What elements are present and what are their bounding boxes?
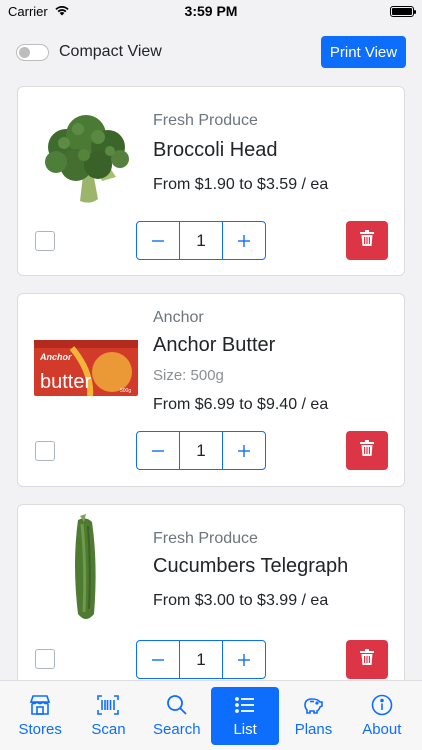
decrement-button[interactable]: [137, 432, 179, 469]
compact-view-control: Compact View: [16, 43, 162, 61]
compact-view-toggle[interactable]: [16, 43, 49, 61]
butter-image: Anchor butter 500g: [32, 316, 140, 420]
delete-item-button[interactable]: [346, 221, 388, 260]
list-item-card: Fresh Produce Broccoli Head From $1.90 t…: [17, 86, 405, 276]
info-icon: [370, 693, 394, 717]
butter-logo-text: Anchor: [39, 352, 72, 362]
item-price: From $1.90 to $3.59 / ea: [153, 176, 329, 193]
item-brand: Anchor: [153, 309, 204, 326]
item-brand: Fresh Produce: [153, 530, 258, 547]
list-item-card: Fresh Produce Cucumbers Telegraph From $…: [17, 504, 405, 704]
increment-button[interactable]: [223, 641, 265, 678]
toggle-knob: [19, 46, 30, 58]
butter-weight-text: 500g: [120, 388, 131, 394]
quantity-field[interactable]: 1: [179, 641, 223, 678]
tab-label: Search: [153, 721, 201, 738]
battery-icon: [390, 5, 416, 17]
decrement-button[interactable]: [137, 222, 179, 259]
increment-button[interactable]: [223, 432, 265, 469]
quantity-stepper: 1: [136, 640, 266, 679]
carrier-label: Carrier: [8, 3, 48, 19]
list-toolbar: Compact View Print View: [16, 36, 406, 68]
item-name: Cucumbers Telegraph: [153, 555, 349, 577]
quantity-stepper: 1: [136, 221, 266, 260]
decrement-button[interactable]: [137, 641, 179, 678]
item-name: Anchor Butter: [153, 334, 276, 356]
quantity-field[interactable]: 1: [179, 222, 223, 259]
cucumber-image: [34, 514, 138, 621]
search-icon: [165, 693, 189, 717]
tab-bar: Stores Scan Search List Plans About: [0, 680, 422, 750]
tab-list[interactable]: List: [211, 687, 280, 745]
tab-plans[interactable]: Plans: [279, 687, 347, 745]
item-details: Fresh Produce Cucumbers Telegraph From $…: [153, 529, 394, 611]
list-item-card: Anchor butter 500g Anchor Anchor Butter …: [17, 293, 405, 487]
item-checkbox[interactable]: [35, 231, 55, 251]
print-view-button[interactable]: Print View: [321, 36, 406, 68]
tab-label: Plans: [294, 721, 333, 738]
list-icon: [233, 693, 257, 717]
barcode-icon: [96, 693, 120, 717]
tab-label: List: [233, 721, 257, 738]
tab-search[interactable]: Search: [143, 687, 211, 745]
tab-label: Scan: [91, 721, 126, 738]
trash-icon: [360, 649, 374, 670]
delete-item-button[interactable]: [346, 431, 388, 470]
increment-button[interactable]: [223, 222, 265, 259]
tab-scan[interactable]: Scan: [74, 687, 142, 745]
trash-icon: [360, 440, 374, 461]
piggy-bank-icon: [301, 693, 325, 717]
status-bar: Carrier 3:59 PM: [0, 0, 422, 22]
wifi-icon: [54, 4, 70, 19]
item-name: Broccoli Head: [153, 139, 278, 161]
compact-view-label: Compact View: [59, 43, 162, 60]
plus-icon: [237, 647, 251, 673]
quantity-field[interactable]: 1: [179, 432, 223, 469]
store-icon: [28, 693, 52, 717]
tab-label: Stores: [18, 721, 62, 738]
item-details: Anchor Anchor Butter Size: 500g From $6.…: [153, 308, 394, 415]
tab-about[interactable]: About: [348, 687, 416, 745]
trash-icon: [360, 230, 374, 251]
minus-icon: [151, 228, 165, 254]
broccoli-image: [34, 105, 138, 209]
item-checkbox[interactable]: [35, 441, 55, 461]
minus-icon: [151, 438, 165, 464]
minus-icon: [151, 647, 165, 673]
quantity-stepper: 1: [136, 431, 266, 470]
status-left: Carrier: [8, 4, 70, 19]
item-checkbox[interactable]: [35, 649, 55, 669]
item-size: Size: 500g: [153, 367, 224, 384]
item-price: From $6.99 to $9.40 / ea: [153, 396, 329, 413]
delete-item-button[interactable]: [346, 640, 388, 679]
item-brand: Fresh Produce: [153, 112, 258, 129]
item-price: From $3.00 to $3.99 / ea: [153, 592, 329, 609]
item-details: Fresh Produce Broccoli Head From $1.90 t…: [153, 111, 394, 195]
butter-product-text: butter: [40, 371, 91, 393]
tab-stores[interactable]: Stores: [6, 687, 74, 745]
tab-label: About: [362, 721, 402, 738]
plus-icon: [237, 438, 251, 464]
plus-icon: [237, 228, 251, 254]
